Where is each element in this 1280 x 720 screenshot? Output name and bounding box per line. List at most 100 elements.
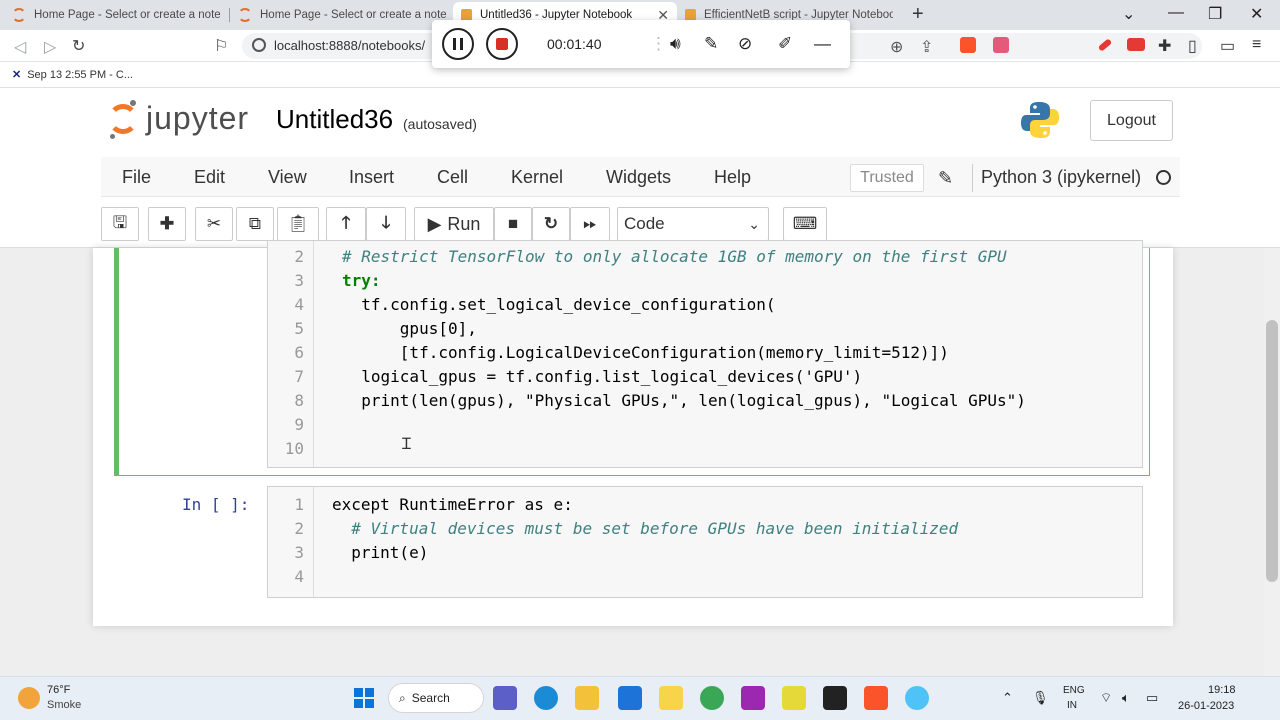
new-tab-button[interactable]: + (912, 4, 924, 24)
teams-chat-icon[interactable] (493, 686, 517, 710)
microphone-icon[interactable]: ✎ (704, 34, 718, 54)
menu-help[interactable]: Help (714, 167, 751, 188)
code-line: except RuntimeError as e: (332, 495, 573, 514)
edit-mode-pencil-icon: ✎ (938, 168, 954, 188)
terminal-icon[interactable] (823, 686, 847, 710)
youtube-extension-icon[interactable] (1127, 38, 1145, 51)
start-button[interactable] (352, 686, 376, 710)
insert-cell-button[interactable]: ✚ (148, 207, 186, 241)
logo-arc-bottom (108, 104, 138, 134)
drag-handle-icon[interactable]: ⋮ (650, 34, 667, 54)
taskbar-search[interactable]: ⌕ Search (388, 683, 484, 713)
file-explorer-icon[interactable] (575, 686, 599, 710)
back-icon[interactable]: ◁ (14, 37, 26, 57)
recording-timer: 00:01:40 (547, 36, 602, 52)
battery-icon[interactable]: ▭ (1146, 690, 1158, 706)
wifi-icon[interactable]: ⌔ (1100, 690, 1112, 706)
forward-icon[interactable]: ▷ (44, 37, 56, 57)
close-window-icon[interactable]: ✕ (1250, 4, 1263, 24)
recorder-app-icon[interactable] (905, 686, 929, 710)
camera-off-icon[interactable]: ⊘ (738, 34, 752, 54)
brave-rewards-icon[interactable] (993, 37, 1009, 53)
zoom-icon[interactable]: ⊕ (890, 37, 903, 57)
line-number: 7 (294, 367, 304, 386)
bookmark-item[interactable]: ✕ Sep 13 2:55 PM - C... (12, 68, 133, 81)
command-palette-button[interactable]: ⌨ (783, 207, 827, 241)
line-number: 8 (294, 391, 304, 410)
minimize-icon[interactable]: — (1168, 4, 1184, 22)
weather-icon[interactable] (18, 687, 40, 709)
wallet-icon[interactable]: ▭ (1220, 36, 1235, 56)
show-hidden-icons-chevron-icon[interactable]: ⌃ (1002, 690, 1013, 706)
tab-title: Home Page - Select or create a noteb (34, 9, 220, 21)
menu-file[interactable]: File (122, 167, 151, 188)
clock-time[interactable]: 19:18 (1208, 684, 1236, 696)
move-up-button[interactable]: 🡑 (326, 207, 366, 241)
microphone-icon[interactable]: 🎙︎ (1032, 690, 1049, 706)
notepad-icon[interactable] (782, 686, 806, 710)
code-editor[interactable]: 2 3 4 5 6 7 8 9 10 # Restrict TensorFlow… (267, 240, 1143, 468)
stop-recording-button[interactable] (486, 28, 518, 60)
edge-browser-icon[interactable] (534, 686, 558, 710)
code-line: try: (342, 271, 381, 290)
menu-icon[interactable]: ≡ (1252, 36, 1261, 54)
brave-browser-icon[interactable] (864, 686, 888, 710)
pause-recording-button[interactable] (442, 28, 474, 60)
tab-search-chevron-icon[interactable]: ⌄ (1122, 4, 1135, 24)
sidebar-icon[interactable]: ▯ (1188, 36, 1197, 56)
cell-type-select[interactable]: Code ⌄ (617, 207, 769, 241)
save-button[interactable]: 🖫︎ (101, 207, 139, 241)
jupyter-wordmark[interactable]: jupyter (146, 100, 249, 137)
bookmark-icon[interactable]: ⚐ (214, 36, 228, 56)
copy-button[interactable]: ⧉ (236, 207, 274, 241)
input-language[interactable]: ENG (1063, 685, 1085, 696)
reload-icon[interactable]: ↻ (72, 36, 85, 56)
sticky-notes-icon[interactable] (659, 686, 683, 710)
weather-description[interactable]: Smoke (47, 699, 81, 711)
plus-icon: ✚ (159, 214, 175, 233)
paint-icon[interactable] (741, 686, 765, 710)
minimize-recorder-icon[interactable]: — (814, 34, 831, 54)
jupyter-logo-icon[interactable] (108, 98, 140, 140)
kernel-name[interactable]: Python 3 (ipykernel) (981, 167, 1141, 188)
menu-insert[interactable]: Insert (349, 167, 394, 188)
cut-button[interactable]: ✂ (195, 207, 233, 241)
line-number: 6 (294, 343, 304, 362)
clock-date[interactable]: 26-01-2023 (1178, 700, 1234, 712)
extensions-icon[interactable]: ✚ (1158, 36, 1171, 56)
annotate-icon[interactable]: ✐ (778, 34, 792, 54)
arrow-down-icon: 🡓 (381, 212, 391, 232)
menu-edit[interactable]: Edit (194, 167, 225, 188)
code-line: print(len(gpus), "Physical GPUs,", len(l… (342, 391, 1026, 410)
site-info-icon[interactable] (252, 38, 266, 52)
paste-button[interactable]: 📋︎ (277, 207, 319, 241)
line-number: 3 (294, 271, 304, 290)
move-down-button[interactable]: 🡓 (366, 207, 406, 241)
line-number: 1 (294, 495, 304, 514)
browser-tab-home-1[interactable]: Home Page - Select or create a noteb (4, 2, 228, 28)
menu-view[interactable]: View (268, 167, 307, 188)
chrome-icon[interactable] (700, 686, 724, 710)
logout-button[interactable]: Logout (1090, 100, 1173, 141)
brave-shield-icon[interactable] (960, 37, 976, 53)
mail-icon[interactable] (618, 686, 642, 710)
restart-kernel-button[interactable]: ↻ (532, 207, 570, 241)
trusted-indicator[interactable]: Trusted (850, 164, 924, 192)
weather-temperature[interactable]: 76°F (47, 684, 70, 696)
menu-cell[interactable]: Cell (437, 167, 468, 188)
restore-icon[interactable]: ❐ (1208, 4, 1222, 24)
scrollbar-thumb[interactable] (1266, 320, 1278, 582)
run-button[interactable]: ▶ Run (414, 207, 494, 241)
code-editor[interactable]: 1 2 3 4 except RuntimeError as e: # Virt… (267, 486, 1143, 598)
menu-widgets[interactable]: Widgets (606, 167, 671, 188)
notebook-title[interactable]: Untitled36 (276, 104, 393, 135)
interrupt-kernel-button[interactable]: ■ (494, 207, 532, 241)
url-text[interactable]: localhost:8888/notebooks/ (274, 38, 425, 53)
share-icon[interactable]: ⇪ (920, 37, 933, 57)
restart-run-all-button[interactable]: ⏩︎ (570, 207, 610, 241)
volume-icon[interactable]: 🔈︎ (1122, 690, 1130, 706)
speaker-icon[interactable]: 🔊︎ (670, 34, 681, 54)
browser-tab-home-2[interactable]: Home Page - Select or create a noteb (230, 2, 454, 28)
menu-kernel[interactable]: Kernel (511, 167, 563, 188)
input-region[interactable]: IN (1067, 700, 1077, 711)
